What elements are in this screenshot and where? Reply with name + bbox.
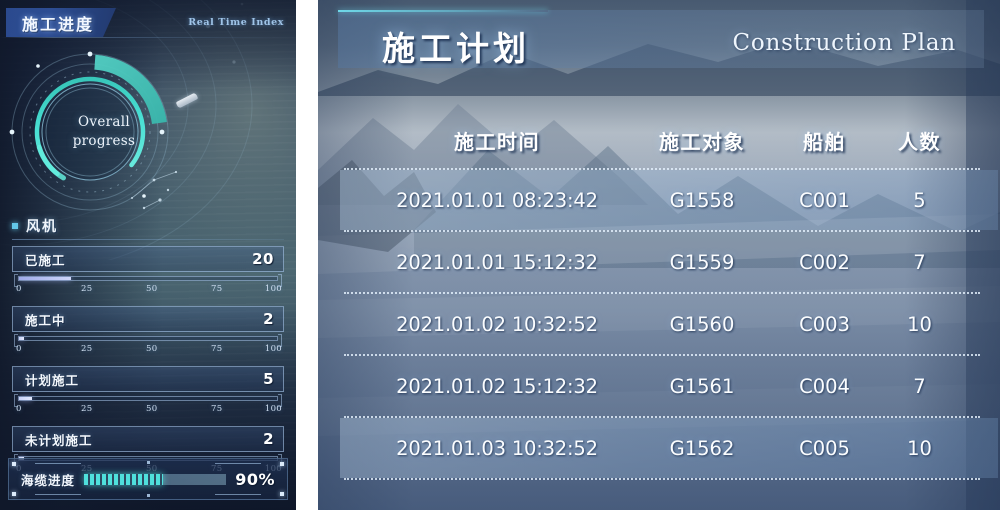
column-header-ship: 船舶 [803,129,846,154]
cell-people: 5 [913,188,926,212]
metric-progress-track[interactable] [14,394,282,407]
metric-progress-track[interactable] [14,334,282,347]
cell-ship: C004 [799,374,850,398]
right-panel-title-en: Construction Plan [732,30,956,56]
metric-row[interactable]: 施工中 2 0 25 50 75 100 [12,306,284,357]
table-row[interactable]: 2021.01.03 10:32:52 G1562 C005 10 [340,418,998,478]
cell-time: 2021.01.01 15:12:32 [396,250,598,274]
metric-row[interactable]: 计划施工 5 0 25 50 75 100 [12,366,284,417]
metric-progress-fill [19,337,25,340]
left-panel-title-badge: 施工进度 [6,8,116,37]
metric-value: 20 [252,250,274,268]
metric-value: 2 [263,310,274,328]
right-panel-title: 施工计划 [382,29,530,68]
cell-people: 10 [907,436,932,460]
metric-label: 已施工 [25,252,66,268]
turbine-section-label: 风机 [12,216,58,236]
metric-value: 5 [263,370,274,388]
cell-object: G1559 [669,250,735,274]
table-header-row: 施工时间 施工对象 船舶 人数 [362,112,962,168]
column-header-object: 施工对象 [659,129,745,154]
cell-time: 2021.01.02 10:32:52 [396,312,598,336]
metric-axis-ticks: 0 25 50 75 100 [16,284,282,294]
cell-ship: C003 [799,312,850,336]
table-row[interactable]: 2021.01.01 08:23:42 G1558 C001 5 [340,170,998,230]
metric-label: 计划施工 [25,372,80,388]
metric-axis-ticks: 0 25 50 75 100 [16,344,282,354]
metric-progress-fill [19,277,71,280]
metric-progress-fill [19,397,32,400]
cell-ship: C005 [799,436,850,460]
turbine-section-text: 风机 [26,219,58,235]
corner-dot-icon [12,492,16,496]
table-divider [344,478,980,480]
cell-time: 2021.01.01 08:23:42 [396,188,598,212]
corner-dot-icon [280,492,284,496]
corner-dot-icon [12,462,16,466]
cell-object: G1561 [669,374,735,398]
cable-progress-track[interactable] [84,473,227,485]
cell-people: 10 [907,312,932,336]
table-row[interactable]: 2021.01.02 10:32:52 G1560 C003 10 [362,294,962,354]
section-divider [12,239,284,240]
frame-edge [35,463,81,464]
cable-progress-percent: 90% [235,469,275,489]
column-header-time: 施工时间 [454,129,540,154]
frame-center-dot-icon [147,461,150,464]
frame-edge [215,463,261,464]
bullet-square-icon [12,223,18,229]
corner-dot-icon [280,462,284,466]
cable-progress-fill [84,473,164,485]
metric-progress-track[interactable] [14,274,282,287]
left-panel-subtitle: Real Time Index [188,17,284,28]
frame-center-dot-icon [147,494,150,497]
table-row[interactable]: 2021.01.01 15:12:32 G1559 C002 7 [362,232,962,292]
cell-time: 2021.01.03 10:32:52 [396,436,598,460]
metric-axis-ticks: 0 25 50 75 100 [16,404,282,414]
left-panel-title: 施工进度 [22,14,95,34]
dashboard-screen: 施工进度 Real Time Index Overall progress 风机… [0,0,1000,510]
metric-label: 未计划施工 [25,432,93,448]
metrics-list: 已施工 20 0 25 50 75 100 施工中 2 0 25 50 75 1… [12,246,284,486]
metric-value: 2 [263,430,274,448]
cell-ship: C001 [799,188,850,212]
header-accent-line [338,10,548,12]
right-panel-header: 施工计划 Construction Plan [318,10,1000,72]
header-divider [0,37,296,38]
cell-time: 2021.01.02 15:12:32 [396,374,598,398]
cell-object: G1562 [669,436,735,460]
construction-plan-panel: 施工计划 Construction Plan 施工时间 施工对象 船舶 人数 2… [318,0,1000,510]
table-row[interactable]: 2021.01.02 15:12:32 G1561 C004 7 [362,356,962,416]
metric-label: 施工中 [25,312,66,328]
cell-object: G1558 [669,188,735,212]
cable-progress-label: 海缆进度 [21,472,76,488]
cell-people: 7 [913,374,926,398]
cable-progress-panel: 海缆进度 90% [8,458,288,500]
column-header-people: 人数 [898,129,941,154]
construction-plan-table: 施工时间 施工对象 船舶 人数 2021.01.01 08:23:42 G155… [340,112,998,480]
metric-row[interactable]: 已施工 20 0 25 50 75 100 [12,246,284,297]
cell-people: 7 [913,250,926,274]
frame-edge [215,494,261,495]
cell-object: G1560 [669,312,735,336]
cell-ship: C002 [799,250,850,274]
overall-progress-gauge: Overall progress [4,48,204,216]
construction-progress-panel: 施工进度 Real Time Index Overall progress 风机… [0,0,296,510]
frame-edge [35,494,81,495]
left-panel-header: 施工进度 Real Time Index [0,8,296,38]
